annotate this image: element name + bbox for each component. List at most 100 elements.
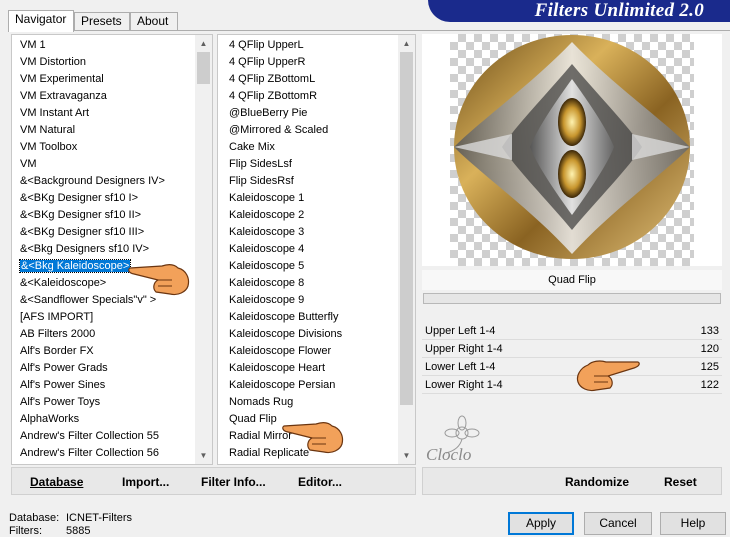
category-item[interactable]: VM Toolbox	[12, 139, 195, 156]
category-item[interactable]: AlphaWorks	[12, 411, 195, 428]
parameter-value[interactable]: 120	[701, 340, 719, 358]
category-item[interactable]: Andrew's Filter Collection 57	[12, 462, 195, 464]
parameter-row[interactable]: Lower Left 1-4 125	[422, 358, 722, 376]
filter-scrollbar[interactable]: ▲ ▼	[398, 35, 415, 464]
category-item-label: Andrew's Filter Collection 55	[20, 430, 160, 442]
category-item[interactable]: &<BKg Designer sf10 I>	[12, 190, 195, 207]
filter-info-button[interactable]: Filter Info...	[201, 474, 266, 490]
parameter-label: Upper Right 1-4	[425, 343, 503, 355]
category-item-label: VM 1	[20, 39, 46, 51]
category-item-label: &<Bkg Kaleidoscope>	[18, 259, 132, 273]
filter-item[interactable]: Kaleidoscope 4	[218, 241, 398, 258]
category-item[interactable]: VM Extravaganza	[12, 88, 195, 105]
parameter-row[interactable]: Upper Right 1-4 120	[422, 340, 722, 358]
filter-item[interactable]: Kaleidoscope 1	[218, 190, 398, 207]
filter-item[interactable]: 4 QFlip ZBottomL	[218, 71, 398, 88]
pointing-hand-icon	[282, 422, 344, 454]
category-item-label: Alf's Power Sines	[20, 379, 106, 391]
filter-item[interactable]: Kaleidoscope Heart	[218, 360, 398, 377]
filter-item[interactable]: 4 QFlip UpperL	[218, 37, 398, 54]
category-item[interactable]: VM Instant Art	[12, 105, 195, 122]
category-item[interactable]: Alf's Power Toys	[12, 394, 195, 411]
filter-item-label: Kaleidoscope Divisions	[229, 328, 343, 340]
help-button[interactable]: Help	[660, 512, 726, 535]
parameter-value[interactable]: 133	[701, 322, 719, 340]
parameter-value[interactable]: 122	[701, 376, 719, 394]
parameter-row[interactable]: Upper Left 1-4 133	[422, 322, 722, 340]
database-button[interactable]: Database	[30, 474, 83, 490]
reset-button[interactable]: Reset	[664, 474, 697, 490]
scroll-thumb[interactable]	[197, 52, 210, 84]
filter-item[interactable]: Kaleidoscope 2	[218, 207, 398, 224]
category-item[interactable]: Andrew's Filter Collection 56	[12, 445, 195, 462]
category-item-label: Alf's Border FX	[20, 345, 94, 357]
parameter-value[interactable]: 125	[701, 358, 719, 376]
filter-item-label: Kaleidoscope Heart	[229, 362, 326, 374]
preview-image	[454, 35, 690, 259]
category-item-label: VM Experimental	[20, 73, 104, 85]
filter-item-label: Flip SidesRsf	[229, 175, 294, 187]
filter-item-label: Nomads Rug	[229, 396, 294, 408]
progress-bar	[423, 293, 721, 304]
tab-about[interactable]: About	[130, 12, 178, 31]
tab-presets[interactable]: Presets	[74, 12, 130, 31]
category-item-label: AB Filters 2000	[20, 328, 96, 340]
category-item[interactable]: Andrew's Filter Collection 55	[12, 428, 195, 445]
category-item[interactable]: Alf's Power Sines	[12, 377, 195, 394]
filter-item[interactable]: 4 QFlip UpperR	[218, 54, 398, 71]
filter-item[interactable]: Kaleidoscope Persian	[218, 377, 398, 394]
category-item[interactable]: VM 1	[12, 37, 195, 54]
scroll-down-icon[interactable]: ▼	[195, 447, 212, 464]
filter-item-label: 4 QFlip ZBottomR	[229, 90, 318, 102]
parameter-label: Lower Left 1-4	[425, 361, 496, 373]
database-status-value: ICNET-Filters	[66, 512, 132, 524]
tab-navigator[interactable]: Navigator	[8, 10, 74, 32]
category-item-label: Alf's Power Toys	[20, 396, 101, 408]
scroll-thumb[interactable]	[400, 52, 413, 405]
category-item[interactable]: Alf's Power Grads	[12, 360, 195, 377]
scroll-up-icon[interactable]: ▲	[398, 35, 415, 52]
category-scrollbar[interactable]: ▲ ▼	[195, 35, 212, 464]
filter-item[interactable]: Flip SidesLsf	[218, 156, 398, 173]
scroll-up-icon[interactable]: ▲	[195, 35, 212, 52]
import-button[interactable]: Import...	[122, 474, 169, 490]
category-item-label: VM	[20, 158, 37, 170]
editor-button[interactable]: Editor...	[298, 474, 342, 490]
filter-item[interactable]: Seeds Flip	[218, 462, 398, 464]
category-item[interactable]: Alf's Border FX	[12, 343, 195, 360]
filter-item-label: Kaleidoscope Persian	[229, 379, 336, 391]
category-item[interactable]: AB Filters 2000	[12, 326, 195, 343]
category-item[interactable]: VM Natural	[12, 122, 195, 139]
category-item[interactable]: &<BKg Designer sf10 III>	[12, 224, 195, 241]
parameter-row[interactable]: Lower Right 1-4 122	[422, 376, 722, 394]
filter-item[interactable]: @Mirrored & Scaled	[218, 122, 398, 139]
category-item-label: &<Kaleidoscope>	[20, 277, 107, 289]
category-list[interactable]: VM 1 VM Distortion VM Experimental VM Extra…	[11, 34, 213, 465]
category-item[interactable]: [AFS IMPORT]	[12, 309, 195, 326]
filter-item[interactable]: Kaleidoscope Divisions	[218, 326, 398, 343]
category-item[interactable]: &<BKg Designer sf10 II>	[12, 207, 195, 224]
category-item[interactable]: VM Distortion	[12, 54, 195, 71]
filter-item[interactable]: 4 QFlip ZBottomR	[218, 88, 398, 105]
filter-item[interactable]: Flip SidesRsf	[218, 173, 398, 190]
filter-item[interactable]: Kaleidoscope 5	[218, 258, 398, 275]
parameter-label: Upper Left 1-4	[425, 325, 496, 337]
filter-item[interactable]: Kaleidoscope Flower	[218, 343, 398, 360]
category-item[interactable]: &<Background Designers IV>	[12, 173, 195, 190]
filter-item[interactable]: Kaleidoscope 9	[218, 292, 398, 309]
filter-item[interactable]: @BlueBerry Pie	[218, 105, 398, 122]
category-item[interactable]: &<Bkg Designers sf10 IV>	[12, 241, 195, 258]
filter-item[interactable]: Kaleidoscope 8	[218, 275, 398, 292]
apply-button[interactable]: Apply	[508, 512, 574, 535]
filter-item[interactable]: Cake Mix	[218, 139, 398, 156]
filter-list[interactable]: 4 QFlip UpperL 4 QFlip UpperR 4 QFlip ZBot…	[217, 34, 416, 465]
filter-item[interactable]: Kaleidoscope 3	[218, 224, 398, 241]
category-item[interactable]: VM Experimental	[12, 71, 195, 88]
filter-item[interactable]: Nomads Rug	[218, 394, 398, 411]
category-item[interactable]: VM	[12, 156, 195, 173]
filter-item[interactable]: Kaleidoscope Butterfly	[218, 309, 398, 326]
randomize-button[interactable]: Randomize	[565, 474, 629, 490]
category-item-label: VM Natural	[20, 124, 76, 136]
cancel-button[interactable]: Cancel	[584, 512, 652, 535]
app-title: Filters Unlimited 2.0	[534, 0, 704, 21]
